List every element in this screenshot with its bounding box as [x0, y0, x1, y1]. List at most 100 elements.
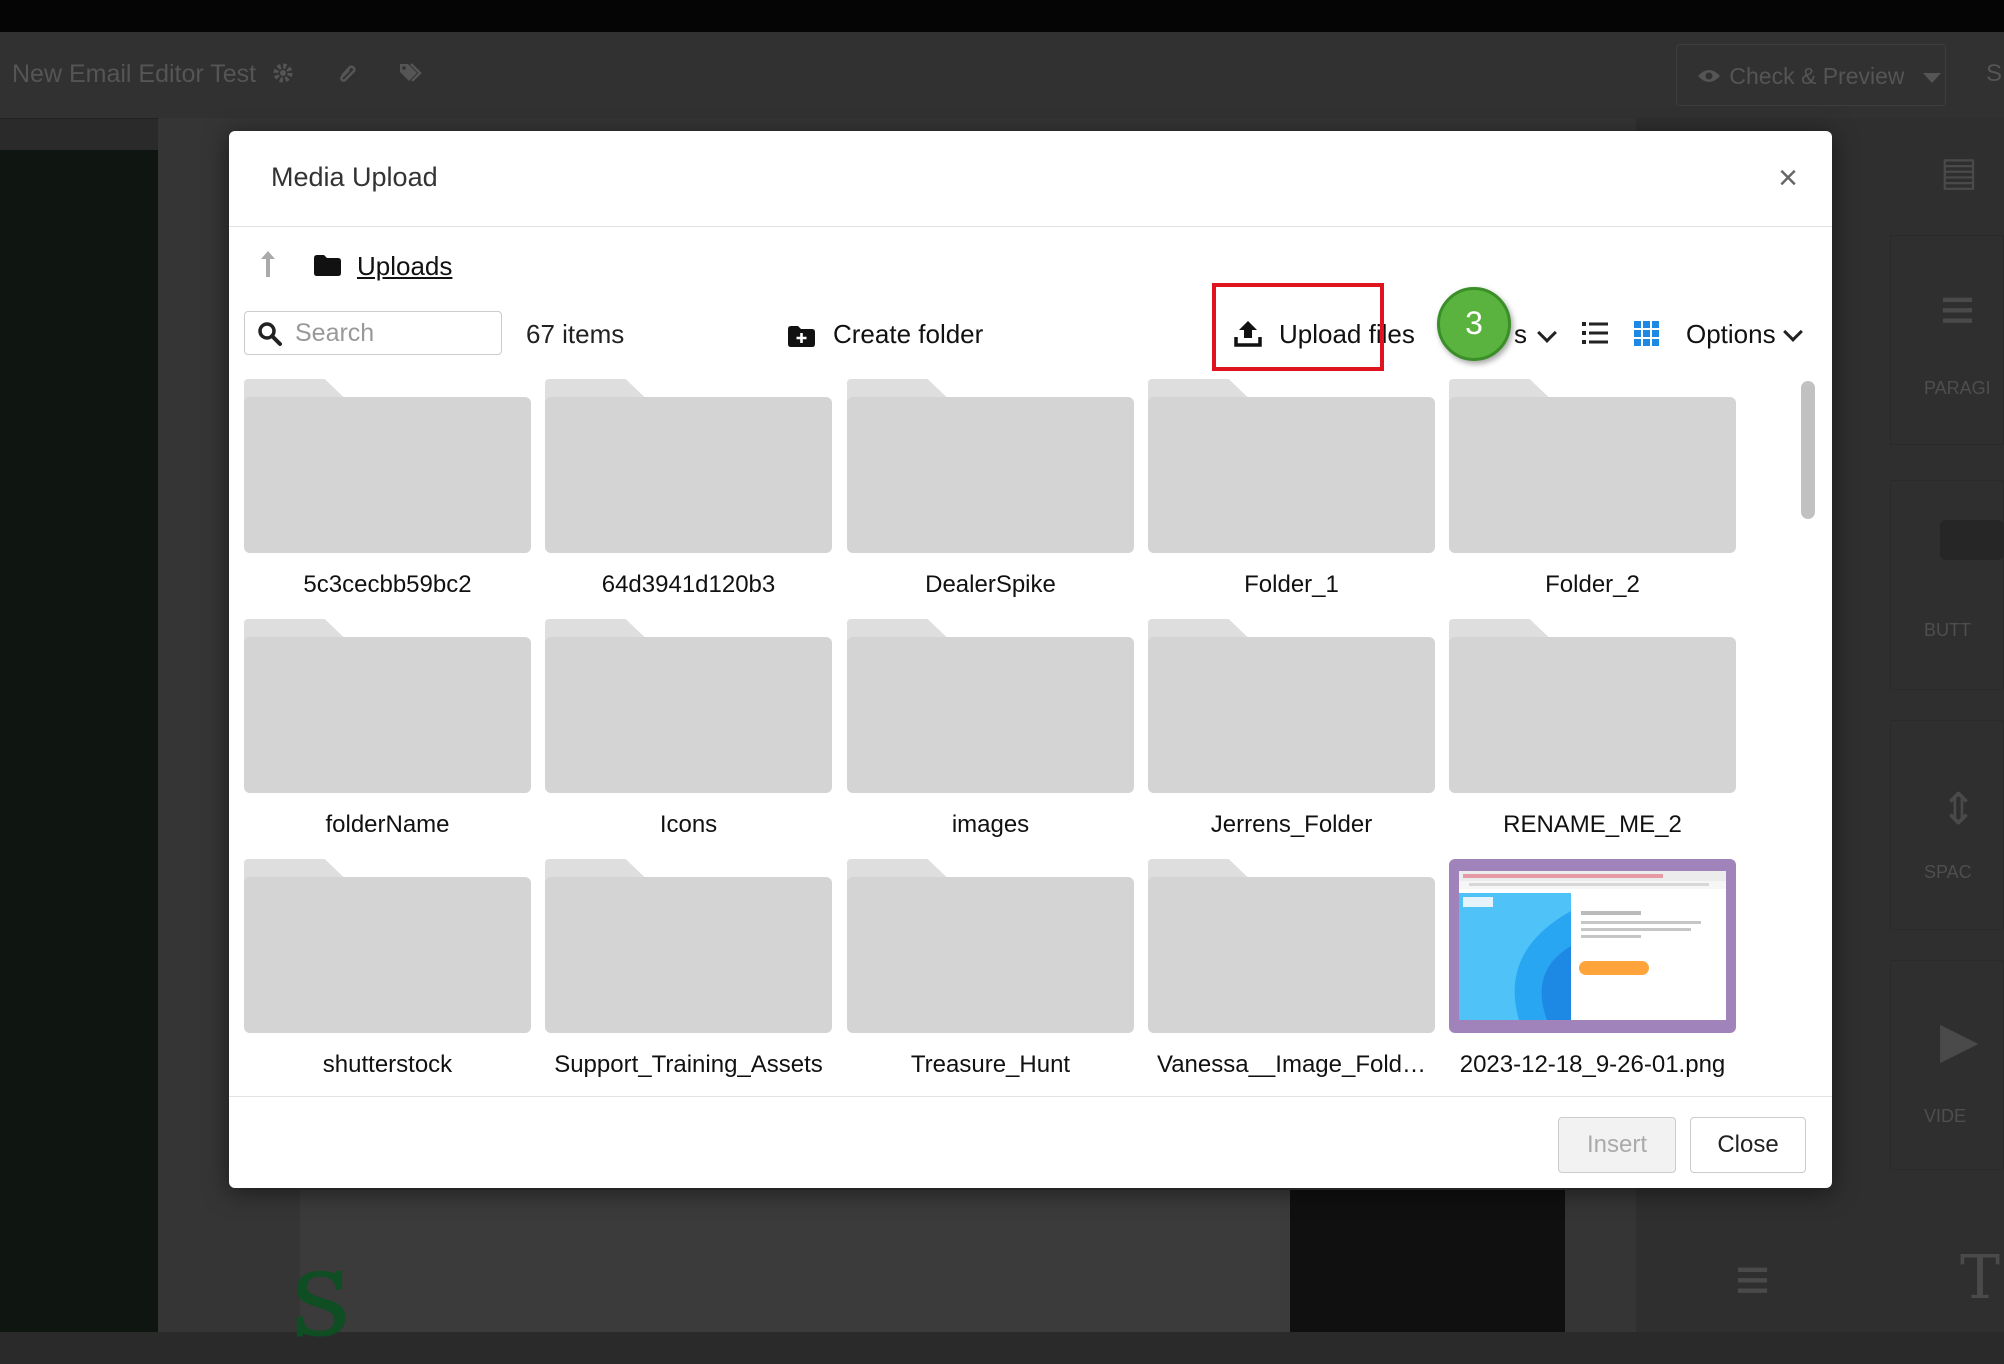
grid-view-icon[interactable]	[1634, 321, 1659, 346]
dialog-title: Media Upload	[271, 162, 438, 192]
scrollbar-thumb[interactable]	[1801, 381, 1815, 519]
spacer-icon: ⇕	[1940, 785, 1977, 834]
rows-icon: ▤	[1940, 150, 1978, 194]
view-dropdown-label: s	[1514, 319, 1527, 349]
folder-body	[545, 637, 832, 793]
list-view-icon[interactable]	[1582, 321, 1608, 345]
insert-button[interactable]: Insert	[1558, 1117, 1676, 1173]
editor-left-panel	[0, 150, 158, 1332]
tile-name: Folder_2	[1545, 571, 1640, 598]
view-dropdown[interactable]: s	[1514, 319, 1527, 350]
folder-body	[847, 877, 1134, 1033]
block-label-video: VIDE	[1924, 1106, 1967, 1126]
folder-body	[545, 397, 832, 553]
folder-body	[244, 637, 531, 793]
check-preview-label: Check & Preview	[1729, 63, 1905, 89]
folder-body	[1449, 397, 1736, 553]
top-strip	[0, 0, 2004, 32]
eye-icon	[1697, 63, 1723, 90]
dialog-header: Media Upload ×	[229, 131, 1832, 227]
tile-name: images	[951, 811, 1030, 838]
tile-name: 5c3cecbb59bc2	[303, 571, 472, 598]
upload-highlight-box	[1212, 283, 1384, 371]
folder-icon	[314, 255, 341, 276]
folder-body	[1148, 877, 1435, 1033]
canvas-photo	[300, 1190, 1290, 1332]
folder-tile[interactable]: Icons	[545, 619, 832, 849]
tile-name: folderName	[325, 811, 450, 838]
image-tile[interactable]: 2023-12-18_9-26-01.png	[1449, 859, 1736, 1084]
options-label: Options	[1686, 319, 1776, 349]
canvas-dark-block	[1290, 1190, 1565, 1332]
image-thumbnail	[1459, 871, 1726, 1020]
media-upload-dialog: Media Upload × Uploads 67 items Create f…	[229, 131, 1832, 1188]
folder-tile[interactable]: folderName	[244, 619, 531, 849]
folder-tile[interactable]: 5c3cecbb59bc2	[244, 379, 531, 609]
folder-tile[interactable]: RENAME_ME_2	[1449, 619, 1736, 849]
create-folder-button[interactable]: Create folder	[788, 311, 983, 355]
folder-tile[interactable]: Support_Training_Assets	[545, 859, 832, 1084]
chevron-down-icon	[1537, 323, 1557, 343]
button-block-icon	[1940, 520, 2004, 560]
paperclip-icon	[336, 62, 358, 84]
tile-name: Support_Training_Assets	[554, 1051, 823, 1078]
tile-name: Jerrens_Folder	[1210, 811, 1373, 838]
title-block-icon: T	[1960, 1243, 2001, 1313]
folder-tile[interactable]: images	[847, 619, 1134, 849]
folder-body	[847, 397, 1134, 553]
block-label-spacer: SPAC	[1924, 862, 1972, 882]
folder-body	[847, 637, 1134, 793]
paragraph-icon: ≡	[1940, 276, 1976, 343]
breadcrumb-uploads-link[interactable]: Uploads	[357, 251, 452, 282]
step-badge: 3	[1437, 287, 1511, 361]
folder-tile[interactable]: Jerrens_Folder	[1148, 619, 1435, 849]
folder-tile[interactable]: Folder_2	[1449, 379, 1736, 609]
close-icon[interactable]: ×	[1770, 161, 1806, 197]
folder-body	[1148, 397, 1435, 553]
folder-tile[interactable]: Folder_1	[1148, 379, 1435, 609]
tile-name: RENAME_ME_2	[1503, 811, 1682, 838]
folder-tile[interactable]: 64d3941d120b3	[545, 379, 832, 609]
close-button[interactable]: Close	[1690, 1117, 1806, 1173]
search-icon	[257, 321, 283, 347]
tile-name: Icons	[659, 811, 718, 838]
tile-name: 2023-12-18_9-26-01.png	[1459, 1051, 1726, 1078]
tags-icon	[398, 62, 422, 84]
gear-icon	[272, 62, 294, 84]
item-count: 67 items	[526, 319, 625, 349]
folder-body	[545, 877, 832, 1033]
options-dropdown[interactable]: Options	[1686, 311, 1806, 355]
tile-name: Folder_1	[1244, 571, 1339, 598]
folder-tile[interactable]: Vanessa__Image_Fold…	[1148, 859, 1435, 1084]
document-title: New Email Editor Test	[12, 60, 257, 88]
folder-body	[1148, 637, 1435, 793]
caret-down-icon	[1922, 72, 1941, 83]
tile-name: DealerSpike	[925, 571, 1056, 598]
folder-tile[interactable]: Treasure_Hunt	[847, 859, 1134, 1084]
folder-tile[interactable]: DealerSpike	[847, 379, 1134, 609]
video-icon: ▶	[1940, 1012, 1979, 1068]
chevron-down-icon	[1783, 322, 1803, 342]
media-grid: 5c3cecbb59bc2 64d3941d120b3 DealerSpike …	[229, 374, 1832, 1084]
up-arrow-icon[interactable]	[259, 249, 277, 287]
check-preview-button: Check & Preview	[1676, 44, 1946, 106]
thumbnail-frame	[1449, 859, 1736, 1033]
folder-plus-icon	[788, 323, 815, 354]
text-block-icon: ≡	[1735, 1246, 1771, 1313]
block-tile-button	[1890, 480, 2004, 690]
search-input[interactable]	[295, 316, 495, 350]
folder-tile[interactable]: shutterstock	[244, 859, 531, 1084]
block-label-paragraph: PARAGI	[1924, 378, 1991, 398]
canvas-decorative-script: ꜱ	[290, 1225, 360, 1364]
folder-body	[244, 397, 531, 553]
folder-body	[1449, 637, 1736, 793]
tile-name: Vanessa__Image_Fold…	[1156, 1051, 1427, 1078]
tile-name: 64d3941d120b3	[601, 571, 776, 598]
block-label-button: BUTT	[1924, 620, 1971, 640]
tile-name: Treasure_Hunt	[910, 1051, 1071, 1078]
header-partial-button: S	[1986, 60, 2003, 87]
search-field[interactable]	[244, 311, 502, 355]
create-folder-label: Create folder	[833, 319, 984, 349]
tile-name: shutterstock	[322, 1051, 453, 1078]
folder-body	[244, 877, 531, 1033]
